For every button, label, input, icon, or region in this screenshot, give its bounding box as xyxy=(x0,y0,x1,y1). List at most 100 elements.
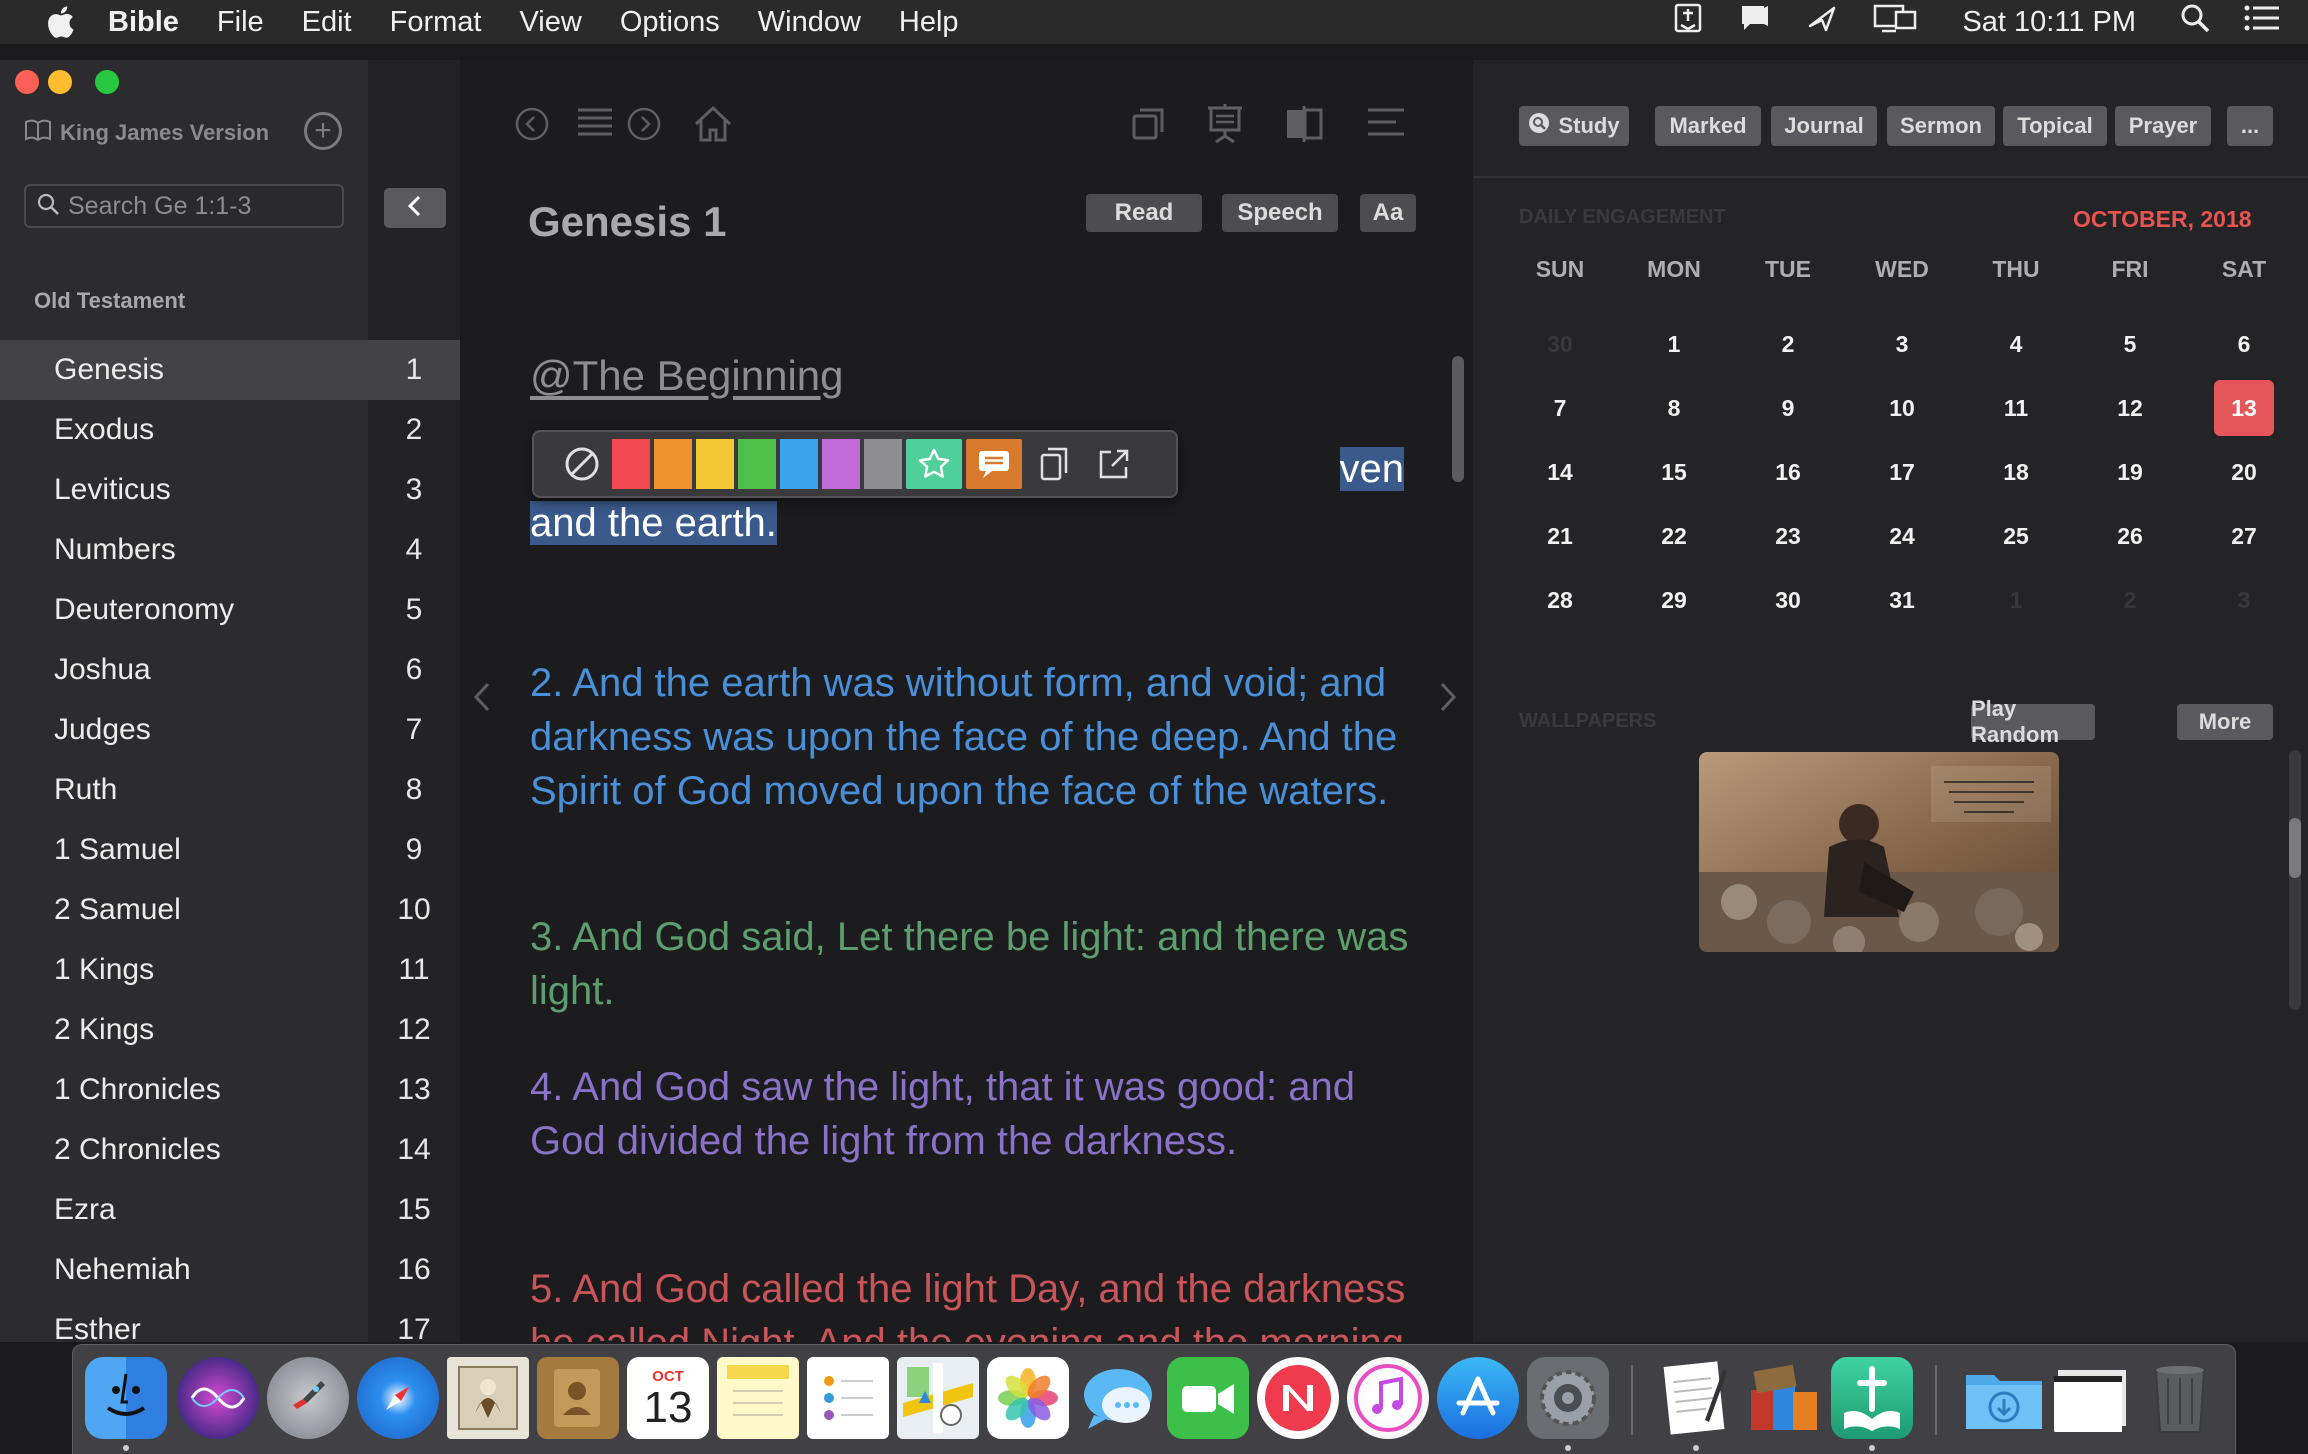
tab-marked[interactable]: Marked xyxy=(1655,106,1761,146)
sidebar-item-book[interactable]: Genesis 1 xyxy=(0,340,460,400)
textedit-icon[interactable] xyxy=(1655,1357,1737,1439)
calendar-day[interactable]: 5 xyxy=(2073,312,2187,376)
close-window-button[interactable] xyxy=(15,70,39,94)
wallpaper-thumbnail[interactable] xyxy=(1699,752,2059,952)
app-store-icon[interactable] xyxy=(1437,1357,1519,1439)
zoom-window-button[interactable] xyxy=(95,70,119,94)
news-icon[interactable] xyxy=(1257,1357,1339,1439)
list-icon[interactable] xyxy=(576,106,614,142)
menubar-clock[interactable]: Sat 10:11 PM xyxy=(1962,6,2136,39)
speech-button[interactable]: Speech xyxy=(1222,194,1338,232)
calendar-day[interactable]: 10 xyxy=(1845,376,1959,440)
star-bookmark-icon[interactable] xyxy=(906,439,962,489)
display-icon[interactable] xyxy=(1872,2,1918,42)
sidebar-item-book[interactable]: Exodus 2 xyxy=(0,400,460,460)
verse-2[interactable]: 2. And the earth was without form, and v… xyxy=(530,656,1410,818)
sidebar-item-book[interactable]: Nehemiah 16 xyxy=(0,1240,460,1300)
more-wallpapers-button[interactable]: More xyxy=(2177,704,2273,740)
calendar-day[interactable]: 25 xyxy=(1959,504,2073,568)
apple-menu-icon[interactable] xyxy=(38,5,82,39)
sidebar-item-book[interactable]: Esther 17 xyxy=(0,1300,460,1342)
align-menu-icon[interactable] xyxy=(1366,106,1406,142)
calendar-day[interactable]: 13 xyxy=(2187,376,2301,440)
play-random-button[interactable]: Play Random xyxy=(1971,696,2095,747)
calendar-day[interactable]: 1 xyxy=(1617,312,1731,376)
notification-icon[interactable] xyxy=(1738,2,1772,42)
clear-highlight-icon[interactable] xyxy=(556,439,608,489)
finder-icon[interactable] xyxy=(85,1357,167,1439)
calendar-day[interactable]: 6 xyxy=(2187,312,2301,376)
calendar-day[interactable]: 30 xyxy=(1503,312,1617,376)
split-view-icon[interactable] xyxy=(1284,104,1324,144)
calendar-day[interactable]: 4 xyxy=(1959,312,2073,376)
minimize-window-button[interactable] xyxy=(48,70,72,94)
calendar-day[interactable]: 23 xyxy=(1731,504,1845,568)
calendar-day[interactable]: 14 xyxy=(1503,440,1617,504)
sidebar-item-book[interactable]: Leviticus 3 xyxy=(0,460,460,520)
highlight-swatch[interactable] xyxy=(696,439,734,489)
sidebar-item-book[interactable]: 2 Samuel 10 xyxy=(0,880,460,940)
home-icon[interactable] xyxy=(692,104,734,144)
highlight-swatch[interactable] xyxy=(738,439,776,489)
verse-4[interactable]: 4. And God saw the light, that it was go… xyxy=(530,1060,1410,1168)
calendar-day[interactable]: 30 xyxy=(1731,568,1845,632)
calendar-day[interactable]: 2 xyxy=(1731,312,1845,376)
calendar-day[interactable]: 31 xyxy=(1845,568,1959,632)
highlight-swatch[interactable] xyxy=(654,439,692,489)
calendar-day[interactable]: 21 xyxy=(1503,504,1617,568)
menu-format[interactable]: Format xyxy=(390,6,482,39)
section-heading[interactable]: @The Beginning xyxy=(530,352,844,400)
reader-scrollbar[interactable] xyxy=(1452,356,1464,482)
tab-study[interactable]: Study xyxy=(1519,106,1629,146)
facetime-icon[interactable] xyxy=(1167,1357,1249,1439)
mail-icon[interactable] xyxy=(447,1357,529,1439)
menu-window[interactable]: Window xyxy=(758,6,861,39)
version-selector[interactable]: King James Version xyxy=(24,118,269,148)
presentation-icon[interactable] xyxy=(1204,102,1246,144)
sidebar-item-book[interactable]: 1 Chronicles 13 xyxy=(0,1060,460,1120)
sidebar-item-book[interactable]: 1 Kings 11 xyxy=(0,940,460,1000)
scroll-thumb[interactable] xyxy=(2289,818,2301,878)
calendar-day[interactable]: 1 xyxy=(1959,568,2073,632)
verse-3[interactable]: 3. And God said, Let there be light: and… xyxy=(530,910,1410,1018)
calendar-day[interactable]: 26 xyxy=(2073,504,2187,568)
right-pane-scrollbar[interactable] xyxy=(2289,750,2301,1010)
copy-icon[interactable] xyxy=(1026,439,1082,489)
calendar-day[interactable]: 9 xyxy=(1731,376,1845,440)
back-circle-icon[interactable] xyxy=(514,106,550,142)
calendar-day[interactable]: 16 xyxy=(1731,440,1845,504)
share-external-icon[interactable] xyxy=(1086,439,1142,489)
maps-icon[interactable] xyxy=(897,1357,979,1439)
calendar-icon[interactable]: OCT 13 xyxy=(627,1357,709,1439)
trash-icon[interactable] xyxy=(2139,1357,2221,1439)
system-preferences-icon[interactable] xyxy=(1527,1357,1609,1439)
calendar-day[interactable]: 12 xyxy=(2073,376,2187,440)
sidebar-item-book[interactable]: Deuteronomy 5 xyxy=(0,580,460,640)
sidebar-item-book[interactable]: Judges 7 xyxy=(0,700,460,760)
tab-prayer[interactable]: Prayer xyxy=(2115,106,2211,146)
reminders-icon[interactable] xyxy=(807,1357,889,1439)
calendar-day[interactable]: 11 xyxy=(1959,376,2073,440)
search-input[interactable] xyxy=(68,191,328,221)
photos-icon[interactable] xyxy=(987,1357,1069,1439)
calendar-day[interactable]: 20 xyxy=(2187,440,2301,504)
sidebar-item-book[interactable]: Joshua 6 xyxy=(0,640,460,700)
font-size-button[interactable]: Aa xyxy=(1360,194,1416,232)
tab-topical[interactable]: Topical xyxy=(2003,106,2107,146)
sidebar-item-book[interactable]: Numbers 4 xyxy=(0,520,460,580)
verse-5[interactable]: 5. And God called the light Day, and the… xyxy=(530,1262,1410,1342)
note-icon[interactable] xyxy=(966,439,1022,489)
calendar-day[interactable]: 2 xyxy=(2073,568,2187,632)
siri-icon[interactable] xyxy=(177,1357,259,1439)
highlight-swatch[interactable] xyxy=(822,439,860,489)
bible-app-icon[interactable] xyxy=(1831,1357,1913,1439)
add-version-button[interactable]: + xyxy=(304,112,342,150)
calendar-day[interactable]: 18 xyxy=(1959,440,2073,504)
safari-icon[interactable] xyxy=(357,1357,439,1439)
read-button[interactable]: Read xyxy=(1086,194,1202,232)
more-tabs-button[interactable]: ... xyxy=(2227,106,2273,146)
sidebar-item-book[interactable]: 1 Samuel 9 xyxy=(0,820,460,880)
notes-icon[interactable] xyxy=(717,1357,799,1439)
highlight-swatch[interactable] xyxy=(612,439,650,489)
messages-icon[interactable] xyxy=(1077,1357,1159,1439)
